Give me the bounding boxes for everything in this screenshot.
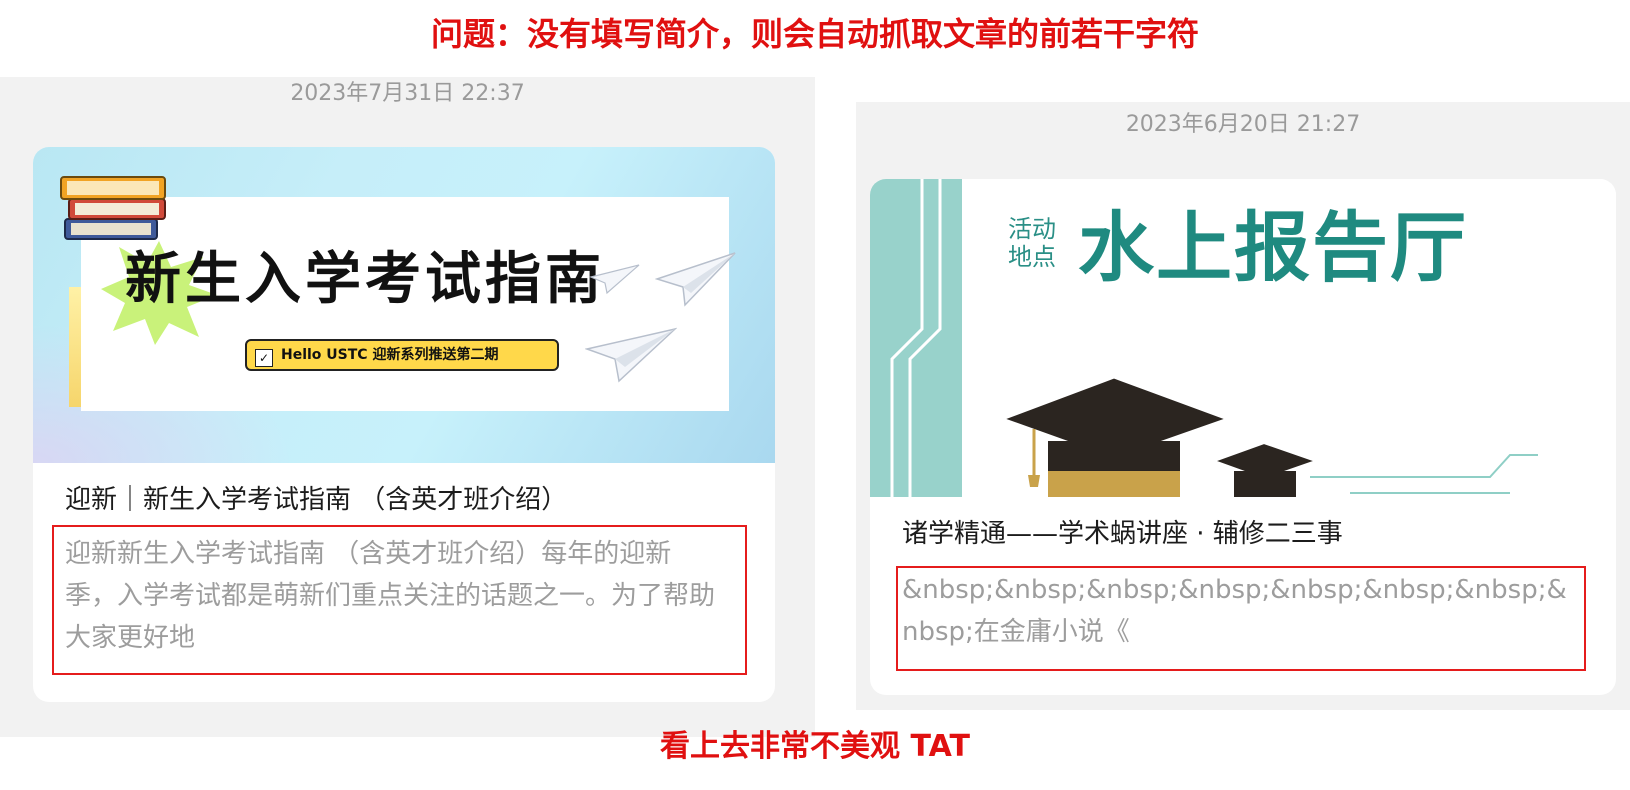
footer-comment: 看上去非常不美观 TAT [660,729,970,764]
highlight-box [52,525,747,675]
highlight-box [896,566,1586,671]
circuit-line-icon [1310,454,1538,494]
cover-badge: ✓ Hello USTC 迎新系列推送第二期 [245,339,559,371]
chat-panel-left: 2023年7月31日 22:37 新生入学考试指南 ✓ Hello USTC 迎新… [0,77,815,737]
paper-plane-icon [589,264,640,295]
problem-heading: 问题：没有填写简介，则会自动抓取文章的前若干字符 [430,15,1199,53]
article-title[interactable]: 诸学精通——学术蜗讲座 · 辅修二三事 [902,516,1343,552]
books-icon [60,176,166,240]
check-icon: ✓ [255,349,273,367]
cover-place-name: 水上报告厅 [1078,203,1468,292]
article-card-left[interactable]: 新生入学考试指南 ✓ Hello USTC 迎新系列推送第二期 迎新｜新生入学考试… [33,147,775,702]
article-cover-image[interactable]: 活动地点 水上报告厅 [870,179,1616,497]
message-timestamp: 2023年7月31日 22:37 [290,81,525,106]
cover-place-label: 活动地点 [1008,215,1056,271]
chat-panel-right: 2023年6月20日 21:27 活动地点 水上报告厅 诸学精通——学术蜗讲座 … [856,102,1630,710]
cover-badge-text: Hello USTC 迎新系列推送第二期 [281,347,499,363]
paper-plane-icon [655,252,736,307]
message-timestamp: 2023年6月20日 21:27 [1125,112,1361,137]
paper-plane-icon [585,327,677,383]
circuit-line-icon [890,179,942,497]
article-card-right[interactable]: 活动地点 水上报告厅 诸学精通——学术蜗讲座 · 辅修二三事 &nbsp;&nb… [870,179,1616,695]
article-cover-image[interactable]: 新生入学考试指南 ✓ Hello USTC 迎新系列推送第二期 [33,147,775,463]
article-title[interactable]: 迎新｜新生入学考试指南 （含英才班介绍） [65,482,567,518]
graduation-cap-icon [1212,441,1320,497]
